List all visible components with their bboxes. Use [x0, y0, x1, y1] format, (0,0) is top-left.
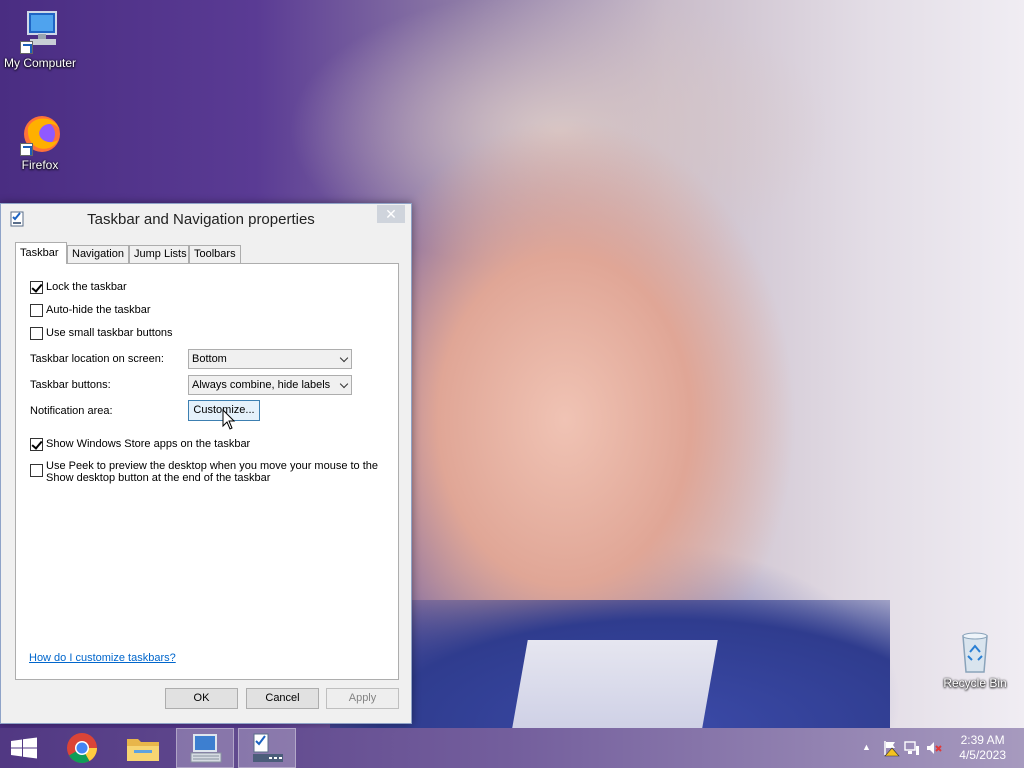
- action-center-flag-icon[interactable]: [882, 739, 900, 760]
- taskbar-tab-panel: Lock the taskbar Auto-hide the taskbar U…: [15, 263, 399, 680]
- peek-label-line2: Show desktop button at the end of the ta…: [46, 472, 271, 484]
- chevron-down-icon: [339, 353, 349, 363]
- system-tray: ▲ 2:39 AM 4/5/2023: [844, 728, 1024, 768]
- wallpaper-shirt: [512, 640, 718, 728]
- small-buttons-option[interactable]: Use small taskbar buttons: [30, 327, 173, 340]
- computer-icon: [18, 10, 62, 54]
- tab-taskbar[interactable]: Taskbar: [15, 242, 67, 264]
- lock-taskbar-label: Lock the taskbar: [46, 281, 127, 293]
- show-hidden-icons-icon[interactable]: ▲: [862, 742, 871, 752]
- location-value: Bottom: [192, 353, 227, 365]
- apply-button[interactable]: Apply: [326, 688, 399, 709]
- location-select[interactable]: Bottom: [188, 349, 352, 369]
- peek-label-line1: Use Peek to preview the desktop when you…: [46, 460, 379, 472]
- desktop-icon-firefox[interactable]: Firefox: [0, 112, 80, 172]
- taskbar-explorer-button[interactable]: [114, 728, 172, 768]
- store-apps-checkbox[interactable]: [30, 438, 43, 451]
- ok-button[interactable]: OK: [165, 688, 238, 709]
- notification-label: Notification area:: [30, 405, 113, 417]
- clock-time: 2:39 AM: [960, 733, 1005, 747]
- auto-hide-label: Auto-hide the taskbar: [46, 304, 151, 316]
- dialog-title: Taskbar and Navigation properties: [87, 211, 315, 228]
- dialog-titlebar[interactable]: Taskbar and Navigation properties ✕: [1, 204, 411, 234]
- close-icon: ✕: [385, 206, 397, 222]
- taskbar-chrome-button[interactable]: [53, 728, 111, 768]
- clock-date: 4/5/2023: [959, 748, 1006, 762]
- lock-taskbar-checkbox[interactable]: [30, 281, 43, 294]
- keyboard-computer-icon: [190, 734, 222, 763]
- taskbar-buttons-value: Always combine, hide labels: [192, 379, 331, 391]
- tab-navigation[interactable]: Navigation: [67, 245, 129, 264]
- location-label: Taskbar location on screen:: [30, 353, 164, 365]
- store-apps-label: Show Windows Store apps on the taskbar: [46, 438, 251, 450]
- desktop-icon-label: Firefox: [21, 158, 59, 172]
- chrome-icon: [67, 733, 97, 764]
- lock-taskbar-option[interactable]: Lock the taskbar: [30, 281, 127, 294]
- shortcut-arrow-icon: [20, 143, 33, 156]
- desktop-icon-my-computer[interactable]: My Computer: [0, 10, 80, 70]
- store-apps-option[interactable]: Show Windows Store apps on the taskbar: [30, 438, 250, 451]
- folder-icon: [127, 739, 159, 761]
- help-link[interactable]: How do I customize taskbars?: [29, 652, 176, 664]
- taskbar: ▲ 2:39 AM 4/5/2023: [0, 728, 1024, 768]
- chevron-down-icon: [339, 379, 349, 389]
- checklist-icon: [253, 733, 283, 762]
- close-button[interactable]: ✕: [377, 205, 405, 223]
- small-buttons-checkbox[interactable]: [30, 327, 43, 340]
- network-icon[interactable]: [904, 740, 920, 759]
- desktop-icon-label: My Computer: [3, 56, 77, 70]
- volume-muted-icon[interactable]: [926, 740, 942, 759]
- recycle-bin-icon: [953, 630, 997, 674]
- cancel-button[interactable]: Cancel: [246, 688, 319, 709]
- start-button[interactable]: [0, 728, 48, 768]
- taskbar-properties-dialog: Taskbar and Navigation properties ✕ Task…: [0, 203, 412, 724]
- taskbar-on-screen-keyboard-button[interactable]: [176, 728, 234, 768]
- auto-hide-option[interactable]: Auto-hide the taskbar: [30, 304, 151, 317]
- desktop-icon-label: Recycle Bin: [943, 676, 1007, 690]
- auto-hide-checkbox[interactable]: [30, 304, 43, 317]
- peek-checkbox[interactable]: [30, 464, 43, 477]
- tab-toolbars[interactable]: Toolbars: [189, 245, 241, 264]
- peek-option[interactable]: Use Peek to preview the desktop when you…: [30, 460, 378, 484]
- tab-jump-lists[interactable]: Jump Lists: [129, 245, 189, 264]
- buttons-label: Taskbar buttons:: [30, 379, 111, 391]
- mouse-pointer-icon: [222, 408, 236, 431]
- firefox-icon: [18, 112, 62, 156]
- taskbar-buttons-select[interactable]: Always combine, hide labels: [188, 375, 352, 395]
- taskbar-properties-button[interactable]: [238, 728, 296, 768]
- windows-icon: [11, 737, 37, 759]
- shortcut-arrow-icon: [20, 41, 33, 54]
- small-buttons-label: Use small taskbar buttons: [46, 327, 173, 339]
- peek-label: Use Peek to preview the desktop when you…: [46, 460, 378, 484]
- desktop-icon-recycle-bin[interactable]: Recycle Bin: [935, 630, 1015, 690]
- clock[interactable]: 2:39 AM 4/5/2023: [959, 733, 1006, 763]
